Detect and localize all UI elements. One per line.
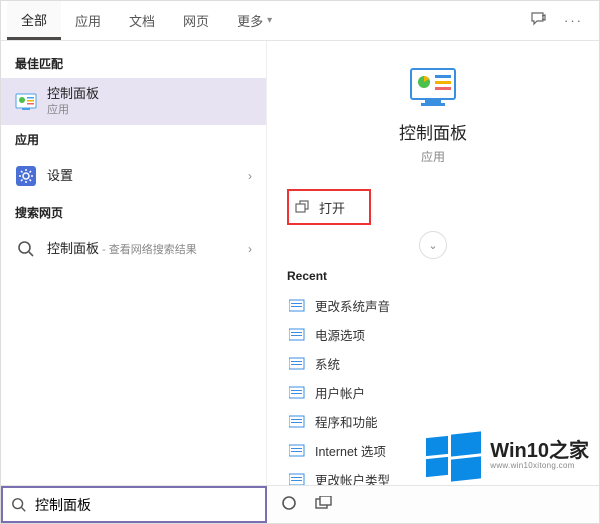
recent-label: Recent [287,269,579,283]
top-tab-bar: 全部 应用 文档 网页 更多 ▾ ··· [1,1,599,41]
result-web-search[interactable]: 控制面板 - 查看网络搜索结果 › [1,227,266,271]
open-icon [295,200,309,214]
best-match-label: 最佳匹配 [1,49,266,78]
preview-title: 控制面板 [287,119,579,144]
tab-apps[interactable]: 应用 [61,1,115,40]
more-options-icon[interactable]: ··· [564,13,583,28]
list-item[interactable]: Internet 选项 [287,436,579,465]
open-label: 打开 [319,198,345,217]
feedback-icon[interactable] [530,11,546,30]
taskbar [1,485,599,523]
open-button[interactable]: 打开 [287,189,371,225]
list-item[interactable]: 系统 [287,349,579,378]
results-left-pane: 最佳匹配 控制面板 应用 应用 [1,41,267,485]
preview-pane: 控制面板 应用 打开 ⌄ Recent 更改系统声音 电源选项 系统 用户帐户 … [267,41,599,485]
expand-toggle[interactable]: ⌄ [419,231,447,259]
control-panel-icon [409,67,457,107]
tab-docs[interactable]: 文档 [115,1,169,40]
apps-label: 应用 [1,125,266,154]
control-panel-icon [15,91,37,113]
result-title: 设置 [47,168,242,185]
chevron-down-icon: ▾ [267,15,272,26]
result-subtitle: 应用 [47,103,252,117]
chevron-right-icon: › [248,169,252,183]
chevron-down-icon: ⌄ [428,239,437,252]
result-settings[interactable]: 设置 › [1,154,266,198]
tab-more-label: 更多 [237,11,263,30]
search-icon [15,238,37,260]
list-item[interactable]: 用户帐户 [287,378,579,407]
result-control-panel[interactable]: 控制面板 应用 [1,78,266,125]
chevron-right-icon: › [248,242,252,256]
gear-icon [15,165,37,187]
list-item[interactable]: 更改系统声音 [287,291,579,320]
result-title: 控制面板 [47,86,252,103]
result-suffix: - 查看网络搜索结果 [99,244,197,256]
list-item[interactable]: 程序和功能 [287,407,579,436]
list-item[interactable]: 电源选项 [287,320,579,349]
tab-more[interactable]: 更多 ▾ [223,1,286,40]
task-view-icon[interactable] [315,496,333,513]
recent-list: 更改系统声音 电源选项 系统 用户帐户 程序和功能 Internet 选项 更改… [287,291,579,485]
tab-web[interactable]: 网页 [169,1,223,40]
search-icon [11,497,27,513]
tab-all[interactable]: 全部 [7,1,61,40]
result-title: 控制面板 [47,241,99,256]
search-input[interactable] [35,497,257,513]
search-web-label: 搜索网页 [1,198,266,227]
cortana-icon[interactable] [281,495,297,514]
list-item[interactable]: 更改帐户类型 [287,465,579,485]
search-box[interactable] [1,486,267,523]
preview-subtitle: 应用 [287,148,579,165]
